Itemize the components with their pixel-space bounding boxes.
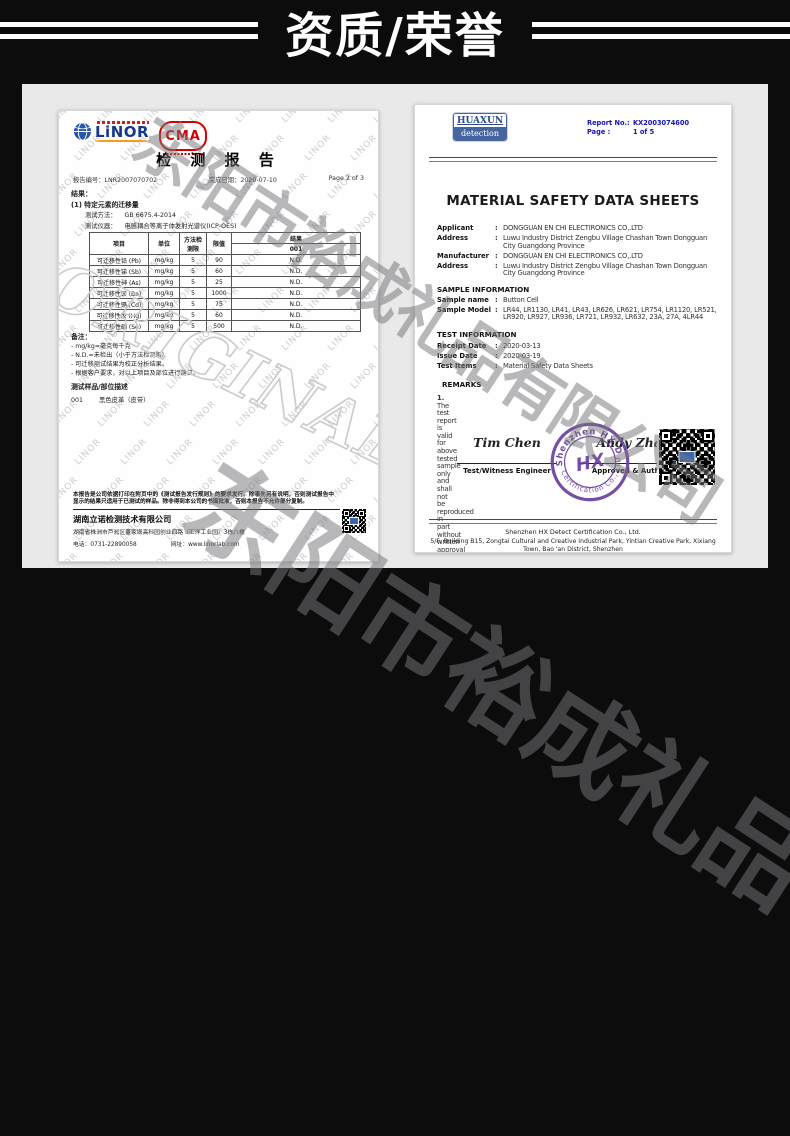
- remark-line: - 根据客户要求，对以上项目及部位进行测试。: [71, 370, 199, 377]
- report-number: 报告编号：LNR2007070702: [73, 177, 158, 184]
- globe-icon: [73, 122, 92, 141]
- table-row: 可迁移性镉 (Cd) mg/kg 5 75 N.D.: [89, 298, 361, 310]
- signature-role: Test/Witness Engineer: [463, 467, 551, 475]
- footer-divider: [73, 508, 364, 510]
- test-information-heading: TEST INFORMATION: [437, 330, 517, 340]
- footer-rule: [429, 519, 717, 524]
- sample-information-heading: SAMPLE INFORMATION: [437, 284, 530, 294]
- col-result: 结果: [231, 232, 361, 244]
- lab-address: 湖南省株洲市芦淞区董家塅高科园创业四路（汇洋工业园）3栋八楼: [73, 530, 245, 537]
- sample-id: 001: [71, 397, 84, 404]
- msds-content: HUAXUN detection Report No.: KX2003074600…: [415, 105, 731, 552]
- left-qr-code: [340, 507, 368, 535]
- col-limit: 限值: [206, 232, 232, 255]
- svg-text:HX: HX: [574, 450, 608, 477]
- section-heading: (1) 特定元素的迁移量: [71, 201, 139, 209]
- linor-test-report-content: LiNOR CMA 检 测 报 告 报告编号：LNR2007070702 完成日…: [59, 111, 378, 561]
- header-rule: [429, 157, 717, 162]
- cert-company-name: Shenzhen HX Detect Certification Co., Lt…: [505, 528, 641, 536]
- test-instrument-row: 测试仪器： 电感耦合等离子体发射光谱仪(ICP-OES): [85, 221, 237, 230]
- table-row: 可迁移性砷 (As) mg/kg 5 25 N.D.: [89, 276, 361, 288]
- lab-website: 网址：www.linorlab.com: [170, 542, 240, 549]
- completion-date: 完成日期：2020-07-10: [208, 177, 277, 184]
- huaxun-brand: HUAXUN: [454, 114, 506, 127]
- left-cert-footer: 本报告是公司依据打印在附页中的《测试报告发行规则》的要求发行。除事先另有说明，否…: [73, 492, 368, 549]
- table-row: 可迁移性铅 (Pb) mg/kg 5 90 N.D.: [89, 254, 361, 266]
- sample-description: 黑色皮革（皮带）: [99, 397, 150, 404]
- linor-test-report-image[interactable]: LINOR LINOR LINOR LINOR LINOR LINOR LINOR LINOR…: [58, 110, 379, 562]
- report-no-value: KX2003074600: [633, 119, 690, 127]
- remark-line: - 可迁移测试结果为校正分析结果。: [71, 361, 169, 368]
- test-method-label: 测试方法：: [85, 212, 117, 219]
- migration-results-table: 项目 单位 方法检测限 限值 结果 001 可迁移性铅 (Pb) mg/kg 5 90…: [89, 232, 361, 332]
- signature-line: [457, 463, 557, 464]
- left-cert-meta: 报告编号：LNR2007070702 完成日期：2020-07-10 Page …: [73, 175, 364, 184]
- remark-line: - N.D.=未检出（小于方法检测限）: [71, 352, 168, 359]
- remarks-heading: 备注：: [71, 333, 92, 341]
- linor-brand: LiNOR: [95, 123, 150, 141]
- sample-heading: 测试样品/部位描述: [71, 383, 128, 391]
- msds-certificate-image[interactable]: HUAXUN detection Report No.: KX2003074600…: [414, 104, 732, 553]
- page-title: 资质/荣誉: [285, 8, 505, 64]
- remark-line: - mg/kg=毫克每千克: [71, 343, 131, 350]
- page-indicator: Page 2 of 3: [328, 175, 364, 182]
- banner: 资质/荣誉: [0, 0, 790, 84]
- engineer-signature: Tim Chen Test/Witness Engineer: [457, 435, 557, 475]
- col-unit: 单位: [148, 232, 180, 255]
- report-no-label: Report No.:: [587, 119, 630, 127]
- table-row: 可迁移性硒 (Se) mg/kg 5 500 N.D.: [89, 320, 361, 332]
- left-cert-title: 检 测 报 告: [156, 151, 281, 169]
- page-value: 1 of 5: [633, 128, 655, 136]
- msds-title: MATERIAL SAFETY DATA SHEETS: [446, 193, 700, 209]
- result-heading: 结果：: [71, 190, 92, 198]
- test-instrument-value: 电感耦合等离子体发射光谱仪(ICP-OES): [124, 223, 237, 230]
- page-label: Page :: [587, 128, 611, 136]
- col-mdl: 方法检测限: [179, 232, 207, 255]
- table-row: 可迁移性汞 (Hg) mg/kg 5 60 N.D.: [89, 309, 361, 321]
- report-number-block: Report No.: KX2003074600 Page : 1 of 5: [587, 119, 689, 137]
- lab-company-name: 湖南立诺检测技术有限公司: [73, 513, 172, 524]
- remarks-heading: REMARKS: [442, 379, 482, 389]
- signature-block: Tim Chen Test/Witness Engineer Andy Zhan…: [437, 413, 717, 511]
- company-stamp: Shenzhen HX Detect Certification Co., LT…: [541, 413, 630, 502]
- table-row: 可迁移性锑 (Sb) mg/kg 5 60 N.D.: [89, 265, 361, 277]
- cma-badge: CMA: [159, 121, 208, 151]
- right-cert-footer: Shenzhen HX Detect Certification Co., Lt…: [429, 519, 717, 553]
- disclaimer-text: 本报告是公司依据打印在附页中的《测试报告发行规则》的要求发行。除事先另有说明，否…: [73, 492, 334, 505]
- remarks-block: 备注： - mg/kg=毫克每千克 - N.D.=未检出（小于方法检测限） - …: [71, 333, 199, 378]
- linor-swoosh: [95, 139, 150, 142]
- col-item: 项目: [89, 232, 149, 255]
- huaxun-logo: HUAXUN detection: [453, 113, 507, 141]
- sample-id-header: 001: [231, 243, 361, 255]
- huaxun-sub: detection: [454, 127, 506, 140]
- test-method-value: GB 6675.4-2014: [124, 212, 177, 219]
- lab-phone: 电话：0731-22890058: [73, 542, 137, 549]
- test-instrument-label: 测试仪器：: [85, 223, 117, 230]
- table-row: 可迁移性钡 (Ba) mg/kg 5 1000 N.D.: [89, 287, 361, 299]
- right-qr-code: [657, 427, 717, 487]
- test-method-row: 测试方法： GB 6675.4-2014: [85, 210, 176, 219]
- sample-description-block: 测试样品/部位描述 001 黑色皮革（皮带）: [71, 381, 163, 404]
- cert-company-address: 5/F, Building B15, Zongtai Cultural and …: [430, 538, 716, 553]
- linor-logo: LiNOR: [73, 121, 150, 142]
- qualification-honor-section: 资质/荣誉 LINOR LINOR LINOR LINOR LINOR LINOR LINO…: [0, 0, 790, 1136]
